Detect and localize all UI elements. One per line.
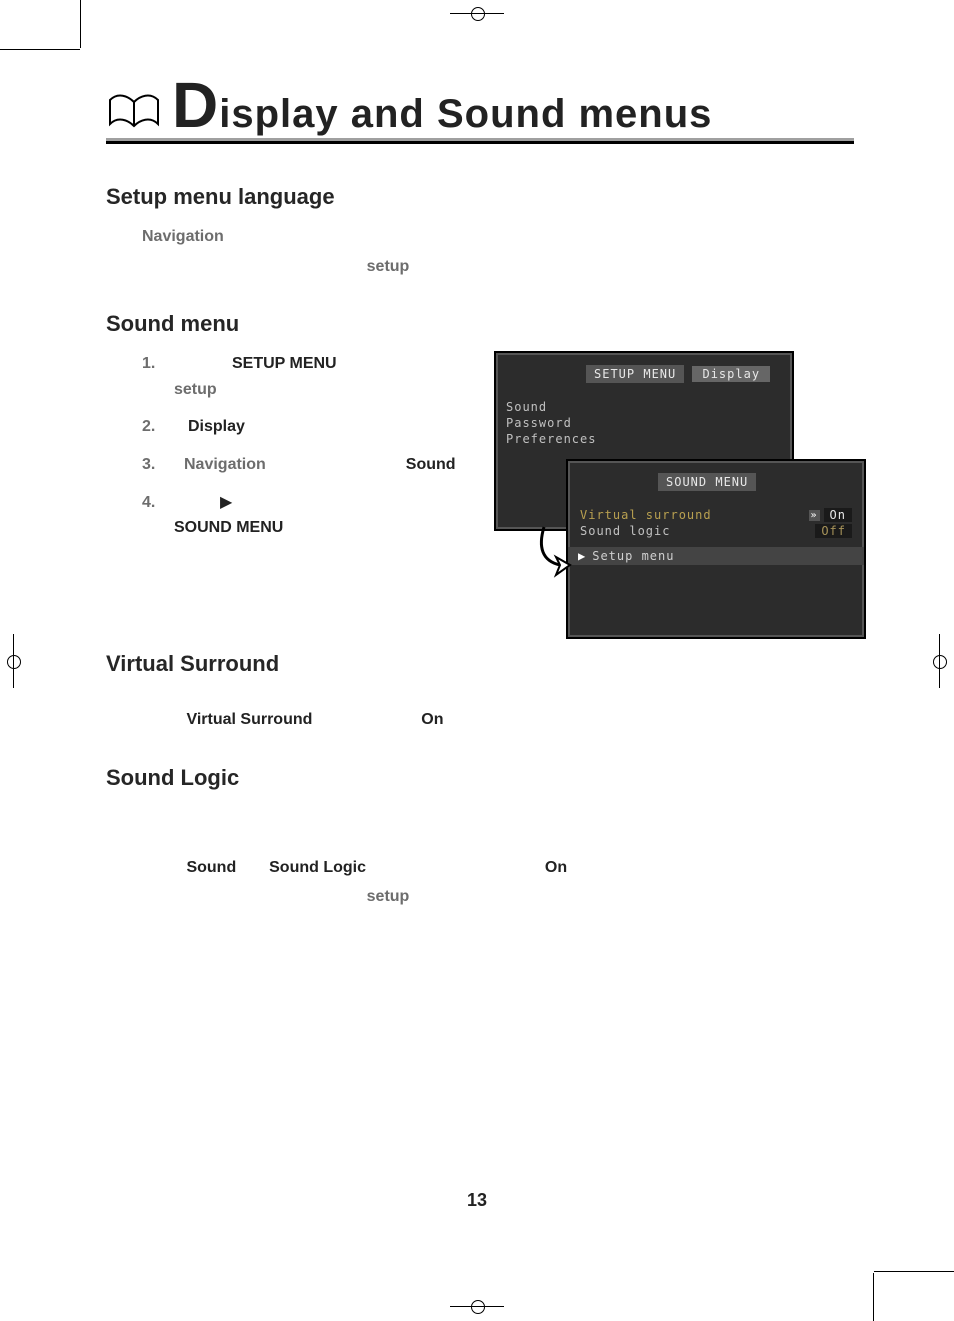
list-item: 4. ▶ SOUND MENU: [142, 490, 464, 541]
crop-mark: [0, 49, 80, 50]
play-triangle-icon: ▶: [578, 549, 586, 563]
tv-screenshot-group: SETUP MENU Display Sound Password Prefer…: [494, 351, 854, 651]
section-heading-virtual-surround: Virtual Surround: [106, 651, 854, 677]
inline-keyword: Navigation: [142, 228, 224, 245]
section-body: Navigation setup: [142, 224, 854, 279]
list-item: 3. Navigation Sound: [142, 452, 464, 478]
registration-mark: [930, 634, 950, 688]
tv-title: SOUND MENU: [658, 473, 756, 491]
tv-title: SETUP MENU: [586, 365, 684, 383]
page-number: 13: [100, 1190, 854, 1211]
page-title: Display and Sound menus: [172, 80, 712, 134]
tv-footer-row: ▶Setup menu: [568, 547, 864, 565]
inline-keyword: setup: [367, 258, 410, 275]
section-body: Sound Sound Logic On setup: [142, 805, 854, 910]
list-item: 1. SETUP MENU setup: [142, 351, 464, 402]
list-item: 2. Display: [142, 414, 464, 440]
book-icon: [106, 90, 162, 134]
tv-menu-item: Password: [496, 415, 792, 431]
tv-menu-row: Sound logic Off: [568, 523, 864, 539]
play-triangle-icon: ▶: [220, 490, 232, 516]
section-body: Virtual Surround On: [142, 707, 854, 733]
tv-menu-item: Preferences: [496, 431, 792, 447]
tv-sound-menu: SOUND MENU Virtual surround » On Sound l…: [566, 459, 866, 639]
crop-mark: [874, 1271, 954, 1272]
registration-mark: [4, 634, 24, 688]
chevron-right-icon: »: [809, 510, 820, 521]
section-heading-sound-menu: Sound menu: [106, 311, 854, 337]
tv-menu-item: Display: [692, 366, 770, 382]
tv-menu-row: Virtual surround » On: [568, 507, 864, 523]
registration-mark: [450, 4, 504, 24]
section-heading-sound-logic: Sound Logic: [106, 765, 854, 791]
tv-menu-item: Sound: [496, 399, 792, 415]
crop-mark: [873, 1273, 874, 1321]
crop-mark: [80, 0, 81, 48]
arrow-swoosh-icon: [536, 521, 576, 581]
steps-list: 1. SETUP MENU setup 2. Display 3. Naviga…: [142, 351, 464, 541]
page-title-row: Display and Sound menus: [106, 80, 854, 134]
registration-mark: [450, 1297, 504, 1317]
section-heading-setup-language: Setup menu language: [106, 184, 854, 210]
page-content: Display and Sound menus Setup menu langu…: [100, 80, 854, 1241]
